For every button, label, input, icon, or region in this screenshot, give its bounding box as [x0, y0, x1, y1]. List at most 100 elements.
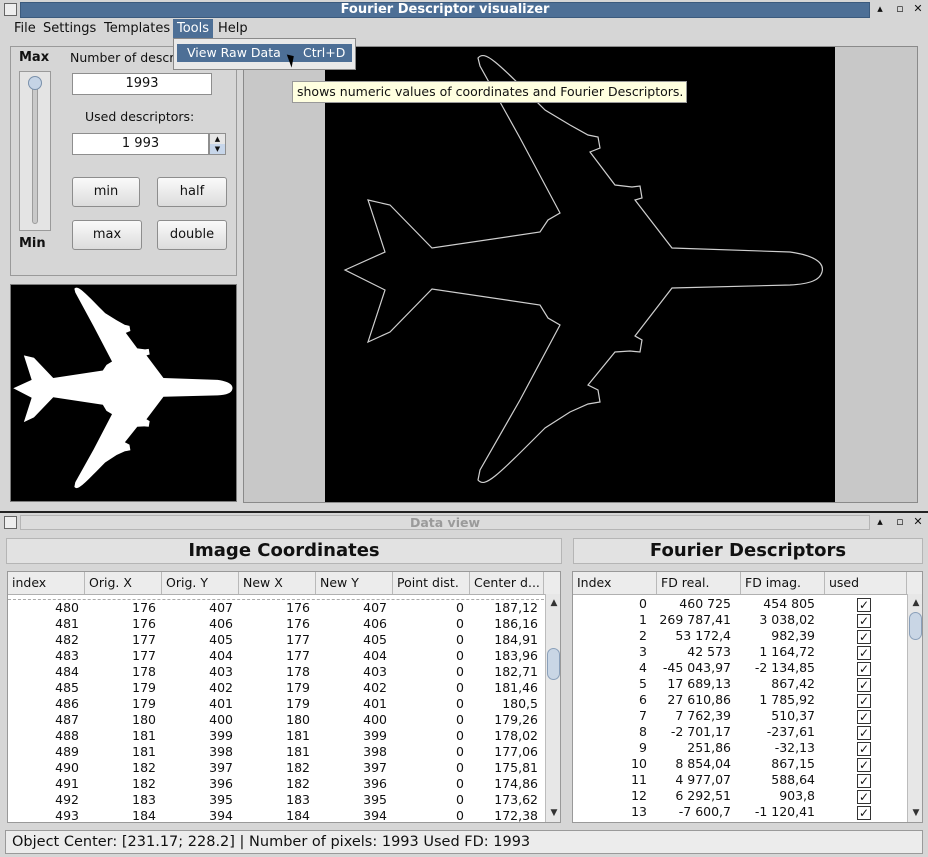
data-view-minimize-icon[interactable]: ▴	[874, 516, 886, 528]
close-icon[interactable]: ✕	[912, 3, 924, 15]
table-row[interactable]: 493 184 394 184 394 0 172,38	[8, 808, 544, 822]
descriptor-slider[interactable]	[19, 71, 51, 231]
table-row[interactable]: 5 17 689,13 867,42 ✓	[573, 676, 907, 692]
minimize-icon[interactable]: ▴	[874, 3, 886, 15]
used-cell: ✓	[821, 708, 907, 724]
table-row[interactable]: 2 53 172,4 982,39 ✓	[573, 628, 907, 644]
table-row[interactable]: 489 181 398 181 398 0 177,06	[8, 744, 544, 760]
table-row[interactable]: 492 183 395 183 395 0 173,62	[8, 792, 544, 808]
table-row[interactable]: 484 178 403 178 403 0 182,71	[8, 664, 544, 680]
spinner-down-icon[interactable]: ▼	[210, 144, 225, 154]
table-cell: 6	[639, 692, 647, 707]
app-icon[interactable]	[4, 3, 17, 16]
half-button[interactable]: half	[157, 177, 227, 207]
table-row[interactable]: 10 8 854,04 867,15 ✓	[573, 756, 907, 772]
table-row[interactable]: 491 182 396 182 396 0 174,86	[8, 776, 544, 792]
table-row[interactable]: 11 4 977,07 588,64 ✓	[573, 772, 907, 788]
column-header[interactable]: used	[825, 572, 907, 594]
column-header[interactable]: New Y	[316, 572, 393, 594]
column-header[interactable]: Index	[573, 572, 657, 594]
data-view-app-icon[interactable]	[4, 516, 17, 529]
used-checkbox[interactable]: ✓	[857, 662, 871, 676]
used-checkbox[interactable]: ✓	[857, 742, 871, 756]
data-view-maximize-icon[interactable]: ▫	[894, 516, 906, 528]
table-row[interactable]: 4 -45 043,97 -2 134,85 ✓	[573, 660, 907, 676]
used-checkbox[interactable]: ✓	[857, 774, 871, 788]
column-header[interactable]: index	[8, 572, 85, 594]
table-cell: 6 292,51	[675, 788, 731, 803]
used-checkbox[interactable]: ✓	[857, 630, 871, 644]
min-button[interactable]: min	[72, 177, 140, 207]
data-view-title-bar[interactable]: Data view ▴ ▫ ✕	[0, 514, 928, 531]
scroll-up-icon[interactable]: ▲	[546, 596, 560, 610]
menu-file[interactable]: File	[10, 19, 40, 38]
table-row[interactable]: 481 176 406 176 406 0 186,16	[8, 616, 544, 632]
used-checkbox[interactable]: ✓	[857, 614, 871, 628]
slider-track	[32, 78, 38, 224]
max-button[interactable]: max	[72, 220, 142, 250]
number-of-descriptors-field[interactable]: 1993	[72, 73, 212, 95]
table-cell: 179,26	[494, 712, 538, 727]
table-cell: 0	[456, 632, 464, 647]
menu-help[interactable]: Help	[214, 19, 252, 38]
table-row[interactable]: 486 179 401 179 401 0 180,5	[8, 696, 544, 712]
table-row[interactable]: 9 251,86 -32,13 ✓	[573, 740, 907, 756]
table-row[interactable]: 6 27 610,86 1 785,92 ✓	[573, 692, 907, 708]
data-view-close-icon[interactable]: ✕	[912, 516, 924, 528]
used-checkbox[interactable]: ✓	[857, 790, 871, 804]
column-header[interactable]: FD imag.	[741, 572, 825, 594]
table-row[interactable]: 482 177 405 177 405 0 184,91	[8, 632, 544, 648]
fd-scroll-thumb[interactable]	[909, 612, 922, 640]
maximize-icon[interactable]: ▫	[894, 3, 906, 15]
table-cell: 481	[55, 616, 79, 631]
used-checkbox[interactable]: ✓	[857, 710, 871, 724]
table-row[interactable]: 12 6 292,51 903,8 ✓	[573, 788, 907, 804]
table-cell: 177	[132, 632, 156, 647]
fd-scroll-down-icon[interactable]: ▼	[908, 806, 922, 820]
table-row[interactable]: 1 269 787,41 3 038,02 ✓	[573, 612, 907, 628]
fd-scroll-up-icon[interactable]: ▲	[908, 596, 922, 610]
table-row[interactable]: 0 460 725 454 805 ✓	[573, 596, 907, 612]
column-header[interactable]: Point dist.	[393, 572, 470, 594]
table-cell: 180	[132, 712, 156, 727]
column-header[interactable]: Orig. Y	[162, 572, 239, 594]
column-header[interactable]: New X	[239, 572, 316, 594]
table-row[interactable]: 3 42 573 1 164,72 ✓	[573, 644, 907, 660]
fd-scrollbar[interactable]: ▲ ▼	[907, 594, 922, 822]
data-view-title: Data view	[20, 515, 870, 530]
main-title-bar[interactable]: Fourier Descriptor visualizer ▴ ▫ ✕	[0, 0, 928, 19]
column-header[interactable]: Center d...	[470, 572, 544, 594]
used-checkbox[interactable]: ✓	[857, 726, 871, 740]
double-button[interactable]: double	[157, 220, 227, 250]
spinner-up-icon[interactable]: ▲	[210, 134, 225, 144]
tools-menu-popup: View Raw Data Ctrl+D	[173, 38, 356, 70]
used-checkbox[interactable]: ✓	[857, 646, 871, 660]
used-checkbox[interactable]: ✓	[857, 758, 871, 772]
scroll-thumb[interactable]	[547, 648, 560, 680]
table-cell: 404	[209, 648, 233, 663]
scroll-down-icon[interactable]: ▼	[546, 806, 560, 820]
menu-tools[interactable]: Tools	[173, 19, 214, 38]
table-row[interactable]: 488 181 399 181 399 0 178,02	[8, 728, 544, 744]
table-row[interactable]: 485 179 402 179 402 0 181,46	[8, 680, 544, 696]
used-checkbox[interactable]: ✓	[857, 694, 871, 708]
contour-canvas[interactable]	[325, 47, 835, 502]
table-row[interactable]: 7 7 762,39 510,37 ✓	[573, 708, 907, 724]
table-row[interactable]: 480 176 407 176 407 0 187,12	[8, 600, 544, 616]
table-row[interactable]: 13 -7 600,7 -1 120,41 ✓	[573, 804, 907, 820]
column-header[interactable]: Orig. X	[85, 572, 162, 594]
view-raw-data-menu-item[interactable]: View Raw Data Ctrl+D	[177, 44, 352, 62]
menu-settings[interactable]: Settings	[39, 19, 100, 38]
table-row[interactable]: 8 -2 701,17 -237,61 ✓	[573, 724, 907, 740]
table-row[interactable]: 490 182 397 182 397 0 175,81	[8, 760, 544, 776]
menu-templates[interactable]: Templates	[100, 19, 174, 38]
used-checkbox[interactable]: ✓	[857, 678, 871, 692]
used-checkbox[interactable]: ✓	[857, 598, 871, 612]
table-row[interactable]: 487 180 400 180 400 0 179,26	[8, 712, 544, 728]
column-header[interactable]: FD real.	[657, 572, 741, 594]
table-row[interactable]: 483 177 404 177 404 0 183,96	[8, 648, 544, 664]
used-checkbox[interactable]: ✓	[857, 806, 871, 820]
slider-thumb[interactable]	[28, 76, 42, 90]
used-descriptors-spinner[interactable]: 1 993	[72, 133, 209, 155]
coordinates-scrollbar[interactable]: ▲ ▼	[545, 594, 560, 822]
